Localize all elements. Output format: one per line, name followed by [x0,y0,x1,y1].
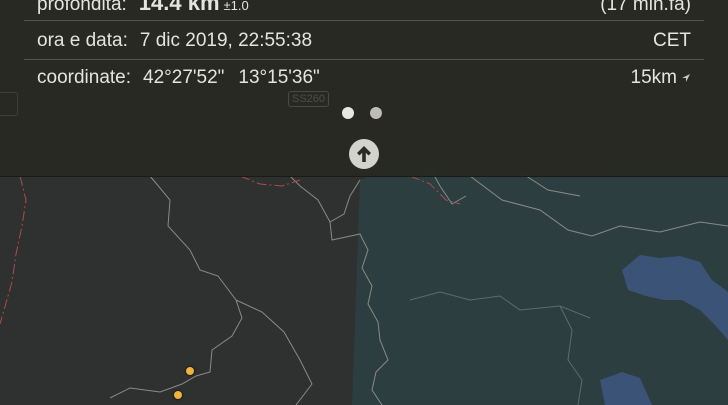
page-indicator[interactable] [342,107,382,119]
datetime-label: ora e data: [37,30,128,51]
location-arrow-icon [682,74,690,82]
depth-row: profondità: 14.4 km ±1.0 (17 min.fa) [37,0,691,18]
coordinates-row: coordinate: 42°27'52" 13°15'36" 15km [37,66,691,90]
divider [24,59,704,60]
depth-uncertainty: ±1.0 [223,0,249,13]
time-ago: (17 min.fa) [600,0,691,15]
timezone: CET [653,30,691,51]
page-dot-2[interactable] [370,107,382,119]
distance-value: 15km [630,67,677,88]
map-road-shield [0,92,18,116]
datetime-row: ora e data: 7 dic 2019, 22:55:38 CET [37,29,691,53]
collapse-panel-button[interactable] [349,139,379,169]
divider [24,20,704,21]
longitude-value: 13°15'36" [238,67,320,88]
distance-indicator: 15km [631,66,691,90]
arrow-up-icon [357,146,371,162]
map-road-label: SS260 [288,91,330,107]
earthquake-marker[interactable] [186,367,194,375]
earthquake-details-panel: SS260 profondità: 14.4 km ±1.0 (17 min.fa)… [0,0,728,177]
coordinates-label: coordinate: [37,67,132,88]
page-dot-1[interactable] [342,107,354,119]
earthquake-marker[interactable] [174,391,182,399]
latitude-value: 42°27'52" [143,67,225,88]
depth-value: 14.4 km [138,0,220,15]
depth-label: profondità: [37,0,127,15]
datetime-value: 7 dic 2019, 22:55:38 [139,30,313,51]
